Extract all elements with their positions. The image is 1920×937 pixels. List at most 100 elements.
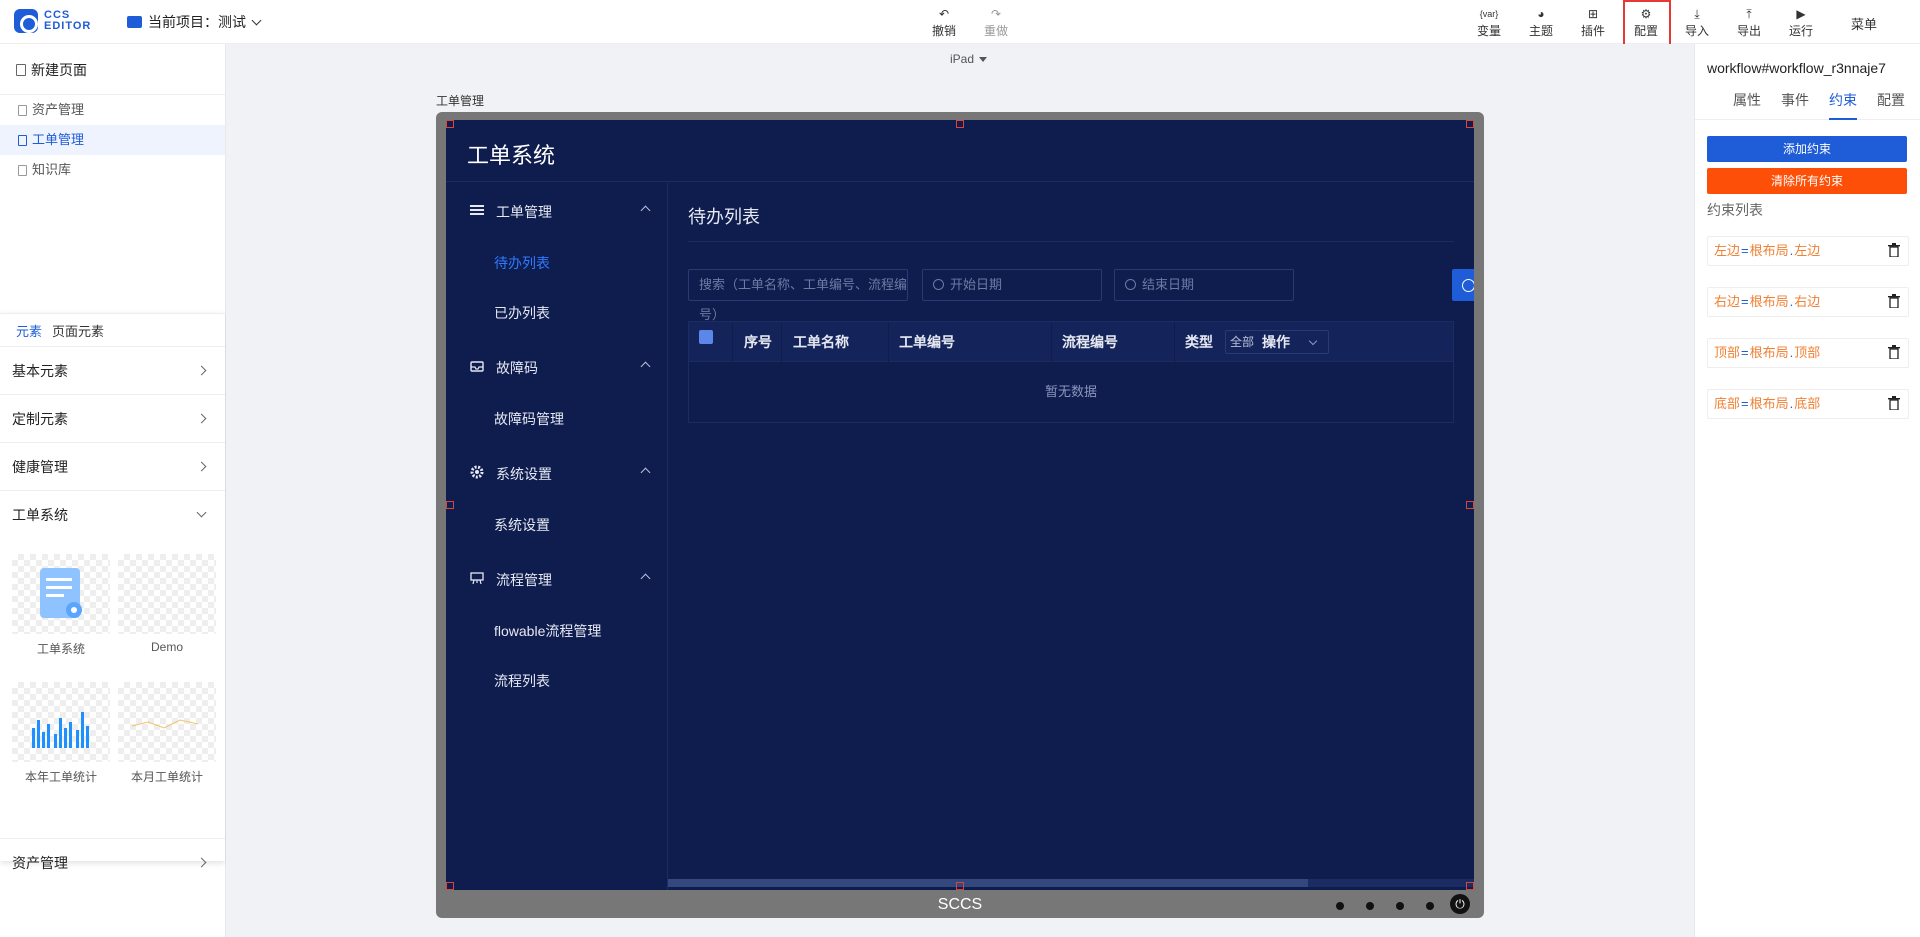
menu-button[interactable]: 菜单 [1844, 14, 1884, 33]
tab-constraints[interactable]: 约束 [1829, 90, 1857, 120]
thumb-demo[interactable]: Demo [118, 554, 216, 654]
thumb-workorder[interactable]: 工单系统 [12, 554, 110, 657]
project-selector[interactable]: 当前项目：测试 [127, 12, 262, 32]
tab-attributes[interactable]: 属性 [1733, 90, 1761, 120]
category-basic[interactable]: 基本元素 [0, 346, 225, 394]
property-tabs: 属性 事件 约束 配置 [1695, 90, 1920, 120]
nav-group-workorder[interactable]: 工单管理 [446, 201, 668, 221]
type-filter-select[interactable]: 全部 操作 [1225, 330, 1329, 354]
page-icon [18, 164, 27, 176]
scrollbar-thumb[interactable] [668, 879, 1308, 887]
constraint-item[interactable]: 左边=根布局.左边 [1707, 236, 1909, 266]
column-header[interactable]: 流程编号 [1062, 322, 1118, 362]
category-health[interactable]: 健康管理 [0, 442, 225, 490]
nav-group-faultcode[interactable]: 故障码 [446, 357, 668, 377]
caret-down-icon [979, 57, 988, 63]
nav-group-settings[interactable]: 系统设置 [446, 463, 668, 483]
start-date-input[interactable]: 开始日期 [922, 269, 1102, 301]
column-header[interactable]: 序号 [744, 322, 772, 362]
new-page-button[interactable]: 新建页面 [16, 60, 87, 80]
category-assets[interactable]: 资产管理 [0, 838, 225, 886]
chevron-down-icon [251, 15, 262, 25]
thumb-year-stats[interactable]: 本年工单统计 [12, 682, 110, 785]
category-custom[interactable]: 定制元素 [0, 394, 225, 442]
select-all-checkbox[interactable] [699, 330, 713, 344]
import-button[interactable]: ⤓ 导入 [1677, 6, 1717, 39]
chevron-right-icon [196, 857, 207, 868]
tab-events[interactable]: 事件 [1781, 90, 1809, 120]
config-highlight [1623, 0, 1671, 50]
resize-handle[interactable] [446, 120, 454, 128]
delete-icon[interactable] [1888, 243, 1900, 257]
logo-icon [14, 9, 38, 33]
category-workorder[interactable]: 工单系统 [0, 490, 225, 538]
export-button[interactable]: ⤒ 导出 [1729, 6, 1769, 39]
form-illustration-icon [12, 554, 110, 634]
thumb-month-stats[interactable]: 本月工单统计 [118, 682, 216, 785]
column-header[interactable]: 类型 [1185, 322, 1213, 362]
line-chart-icon [118, 682, 216, 762]
chevron-up-icon [640, 361, 651, 372]
nav-item-settings[interactable]: 系统设置 [494, 515, 550, 535]
theme-button[interactable]: ◕ 主题 [1521, 6, 1561, 39]
variables-button[interactable]: {var} 变量 [1469, 6, 1509, 39]
easel-icon [470, 572, 484, 585]
app-logo[interactable]: CCS EDITOR [14, 9, 91, 33]
column-header[interactable]: 工单名称 [793, 322, 849, 362]
resize-handle[interactable] [446, 501, 454, 509]
tab-elements[interactable]: 元素 [16, 321, 42, 340]
tab-config[interactable]: 配置 [1877, 90, 1905, 120]
resize-handle[interactable] [1466, 501, 1474, 509]
thumb-label: 本年工单统计 [24, 770, 97, 784]
nav-item-done[interactable]: 已办列表 [494, 303, 550, 323]
chevron-right-icon [196, 461, 207, 472]
undo-button[interactable]: ↶ 撤销 [924, 6, 964, 39]
resize-handle[interactable] [956, 120, 964, 128]
nav-item-faultcode-manage[interactable]: 故障码管理 [494, 409, 564, 429]
horizontal-scrollbar[interactable] [668, 879, 1474, 887]
resize-handle[interactable] [956, 882, 964, 890]
nav-group-process[interactable]: 流程管理 [446, 569, 668, 589]
variable-icon: {var} [1479, 9, 1499, 19]
resize-handle[interactable] [446, 882, 454, 890]
device-selector[interactable]: iPad [950, 52, 988, 66]
clock-icon [933, 279, 944, 290]
constraint-item[interactable]: 底部=根布局.底部 [1707, 389, 1909, 419]
right-panel: workflow#workflow_r3nnaje7 属性 事件 约束 配置 添… [1694, 44, 1920, 937]
tab-page-elements[interactable]: 页面元素 [52, 321, 104, 340]
export-icon: ⤒ [1746, 7, 1752, 21]
undo-icon: ↶ [938, 7, 950, 21]
add-constraint-button[interactable]: 添加约束 [1707, 136, 1907, 162]
import-icon: ⤓ [1694, 7, 1700, 21]
new-page-icon [16, 64, 26, 76]
search-button[interactable] [1452, 269, 1474, 301]
nav-item-todo[interactable]: 待办列表 [494, 253, 550, 273]
page-icon [18, 104, 27, 116]
resize-handle[interactable] [1466, 882, 1474, 890]
delete-icon[interactable] [1888, 396, 1900, 410]
run-button[interactable]: ▶ 运行 [1781, 6, 1821, 39]
delete-icon[interactable] [1888, 294, 1900, 308]
end-date-input[interactable]: 结束日期 [1114, 269, 1294, 301]
clock-icon [1125, 279, 1136, 290]
constraint-item[interactable]: 右边=根布局.右边 [1707, 287, 1909, 317]
redo-button[interactable]: ↷ 重做 [976, 6, 1016, 39]
divider [688, 241, 1454, 242]
page-item[interactable]: 资产管理 [0, 95, 225, 125]
delete-icon[interactable] [1888, 345, 1900, 359]
resize-handle[interactable] [1466, 120, 1474, 128]
page-item[interactable]: 知识库 [0, 155, 225, 185]
app-title: 工单系统 [467, 143, 556, 168]
constraint-item[interactable]: 顶部=根布局.顶部 [1707, 338, 1909, 368]
power-icon[interactable]: ⏻ [1450, 894, 1470, 914]
column-header[interactable]: 工单编号 [899, 322, 955, 362]
search-input[interactable]: 搜索（工单名称、工单编号、流程编号） [688, 269, 908, 322]
empty-state: 暂无数据 [1044, 384, 1097, 399]
nav-item-process-list[interactable]: 流程列表 [494, 671, 550, 691]
clear-constraints-button[interactable]: 清除所有约束 [1707, 168, 1907, 194]
plugins-button[interactable]: ⊞ 插件 [1573, 6, 1613, 39]
workflow-component[interactable]: 工单系统 工单管理 待办列表 已办列表 故障码 故障码管理 系统设置 系统设置 [446, 120, 1474, 890]
chevron-up-icon [640, 205, 651, 216]
page-item[interactable]: 工单管理 [0, 125, 225, 155]
nav-item-flowable[interactable]: flowable流程管理 [494, 621, 601, 641]
